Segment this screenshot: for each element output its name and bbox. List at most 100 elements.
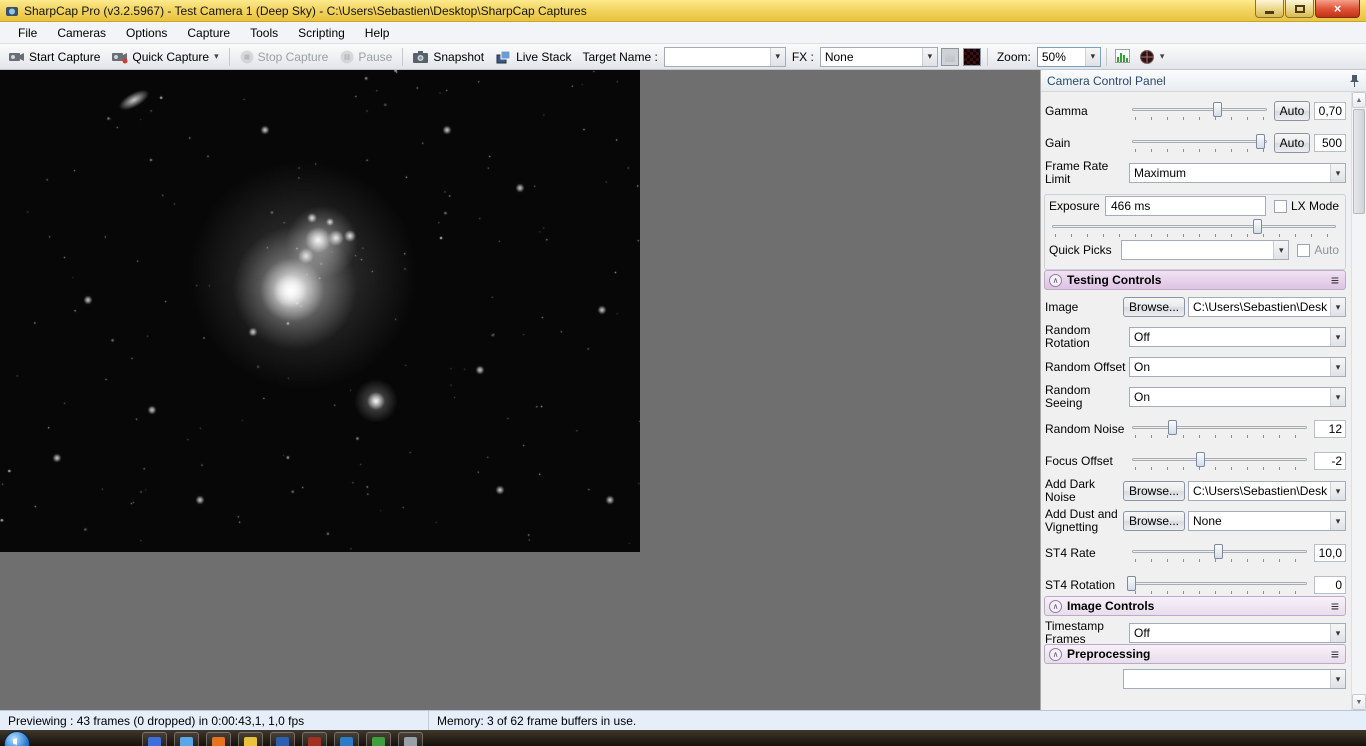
menu-scripting[interactable]: Scripting	[288, 23, 355, 43]
random-offset-select[interactable]: On ▾	[1129, 357, 1346, 377]
menu-options[interactable]: Options	[116, 23, 177, 43]
slider-thumb[interactable]	[1213, 102, 1223, 117]
snapshot-button[interactable]: Snapshot	[408, 48, 489, 66]
fx-select[interactable]: None ▾	[819, 46, 938, 67]
random-seeing-select[interactable]: On ▾	[1129, 387, 1346, 407]
memory-status: Memory: 3 of 62 frame buffers in use.	[428, 711, 644, 730]
stop-capture-button[interactable]: Stop Capture	[235, 48, 334, 66]
exposure-slider[interactable]	[1051, 218, 1337, 238]
zoom-value: 50%	[1041, 49, 1066, 64]
section-menu-icon[interactable]: ≡	[1331, 273, 1339, 287]
collapse-chevron-icon[interactable]: ∧	[1049, 647, 1062, 661]
scroll-down-button[interactable]: ▼	[1352, 694, 1366, 710]
taskbar-app-icon[interactable]	[238, 732, 263, 746]
quick-capture-button[interactable]: Quick Capture ▾	[107, 48, 223, 66]
random-noise-slider[interactable]	[1131, 419, 1308, 439]
add-dust-select[interactable]: None ▾	[1188, 511, 1346, 531]
gain-value[interactable]: 500	[1314, 134, 1346, 152]
start-button[interactable]	[4, 731, 30, 746]
slider-thumb[interactable]	[1127, 576, 1136, 591]
menu-cameras[interactable]: Cameras	[47, 23, 116, 43]
exposure-input[interactable]: 466 ms	[1105, 196, 1266, 216]
st4-rate-slider[interactable]	[1131, 543, 1308, 563]
zoom-select[interactable]: 50% ▾	[1036, 46, 1101, 67]
lx-mode-checkbox[interactable]	[1273, 199, 1287, 213]
timestamp-frames-select[interactable]: Off ▾	[1129, 623, 1346, 643]
st4-rate-value[interactable]: 10,0	[1314, 544, 1346, 562]
taskbar-app-icon[interactable]	[366, 732, 391, 746]
st4-rotation-slider[interactable]	[1127, 575, 1308, 595]
add-dust-browse-button[interactable]: Browse...	[1123, 511, 1186, 531]
pause-button[interactable]: Pause	[335, 48, 397, 66]
taskbar-app-icon[interactable]	[334, 732, 359, 746]
scroll-up-button[interactable]: ▲	[1352, 92, 1366, 108]
slider-thumb[interactable]	[1252, 219, 1262, 234]
exposure-label: Exposure	[1049, 198, 1100, 213]
slider-track	[1052, 225, 1336, 228]
slider-thumb[interactable]	[1255, 134, 1265, 149]
gain-slider[interactable]	[1131, 133, 1268, 153]
st4-rotation-value[interactable]: 0	[1314, 576, 1346, 594]
menu-capture[interactable]: Capture	[177, 23, 240, 43]
add-dark-noise-select[interactable]: C:\Users\Sebastien\Deskto... ▾	[1188, 481, 1346, 501]
menu-help[interactable]: Help	[355, 23, 400, 43]
start-capture-button[interactable]: Start Capture	[4, 48, 105, 66]
st4-rotation-label: ST4 Rotation	[1045, 577, 1116, 592]
close-button[interactable]: ×	[1315, 0, 1360, 18]
gamma-auto-button[interactable]: Auto	[1274, 101, 1310, 121]
reticle-button[interactable]: ▾	[1136, 47, 1168, 67]
taskbar-app-icon[interactable]	[270, 732, 295, 746]
taskbar-app-icon[interactable]	[302, 732, 327, 746]
gain-auto-button[interactable]: Auto	[1274, 133, 1310, 153]
image-path-select[interactable]: C:\Users\Sebastien\Deskto... ▾	[1188, 297, 1346, 317]
frame-rate-limit-select[interactable]: Maximum ▾	[1129, 163, 1346, 183]
focus-offset-label: Focus Offset	[1045, 453, 1113, 468]
panel-scrollbar[interactable]: ▲ ▼	[1351, 92, 1366, 710]
chevron-down-icon: ▾	[214, 51, 219, 61]
slider-track	[1132, 108, 1267, 111]
focus-offset-slider[interactable]	[1131, 451, 1308, 471]
gain-label: Gain	[1045, 135, 1071, 150]
minimize-button[interactable]	[1255, 0, 1284, 18]
scrollbar-thumb[interactable]	[1353, 109, 1365, 214]
histogram-button[interactable]	[1112, 47, 1134, 66]
taskbar-app-icon[interactable]	[142, 732, 167, 746]
random-rotation-label: Random Rotation	[1045, 323, 1091, 350]
area-select-button[interactable]	[940, 47, 959, 66]
collapse-chevron-icon[interactable]: ∧	[1049, 599, 1062, 613]
slider-thumb[interactable]	[1167, 420, 1177, 435]
random-noise-value[interactable]: 12	[1314, 420, 1346, 438]
slider-thumb[interactable]	[1196, 452, 1206, 467]
taskbar-app-icon[interactable]	[206, 732, 231, 746]
taskbar-app-icon[interactable]	[398, 732, 423, 746]
preprocessing-header[interactable]: ∧ Preprocessing ≡	[1044, 644, 1346, 664]
gamma-value[interactable]: 0,70	[1314, 102, 1346, 120]
chevron-down-icon: ▾	[1273, 241, 1289, 259]
image-controls-header[interactable]: ∧ Image Controls ≡	[1044, 596, 1346, 616]
focus-offset-value[interactable]: -2	[1314, 452, 1346, 470]
maximize-button[interactable]	[1285, 0, 1314, 18]
snapshot-label: Snapshot	[433, 49, 485, 64]
menu-tools[interactable]: Tools	[240, 23, 288, 43]
pin-button[interactable]	[1349, 74, 1360, 87]
section-menu-icon[interactable]: ≡	[1331, 599, 1339, 613]
menu-file[interactable]: File	[8, 23, 47, 43]
gamma-slider[interactable]	[1131, 101, 1268, 121]
section-menu-icon[interactable]: ≡	[1331, 647, 1339, 661]
live-stack-icon	[496, 50, 512, 64]
collapse-chevron-icon[interactable]: ∧	[1049, 273, 1062, 287]
background-swatch-button[interactable]	[962, 47, 981, 66]
quick-picks-select[interactable]: ▾	[1121, 240, 1290, 260]
taskbar-app-icon[interactable]	[174, 732, 199, 746]
clipped-control[interactable]: ▾	[1123, 669, 1346, 689]
slider-thumb[interactable]	[1213, 544, 1223, 559]
target-name-input[interactable]: ▾	[663, 46, 786, 67]
live-stack-button[interactable]: Live Stack	[491, 48, 576, 66]
add-dark-noise-browse-button[interactable]: Browse...	[1123, 481, 1186, 501]
image-browse-button[interactable]: Browse...	[1123, 297, 1186, 317]
camera-preview[interactable]	[0, 70, 640, 552]
random-seeing-value: On	[1134, 390, 1151, 404]
testing-controls-header[interactable]: ∧ Testing Controls ≡	[1044, 270, 1346, 290]
random-rotation-select[interactable]: Off ▾	[1129, 327, 1346, 347]
exposure-auto-checkbox[interactable]	[1297, 243, 1311, 257]
